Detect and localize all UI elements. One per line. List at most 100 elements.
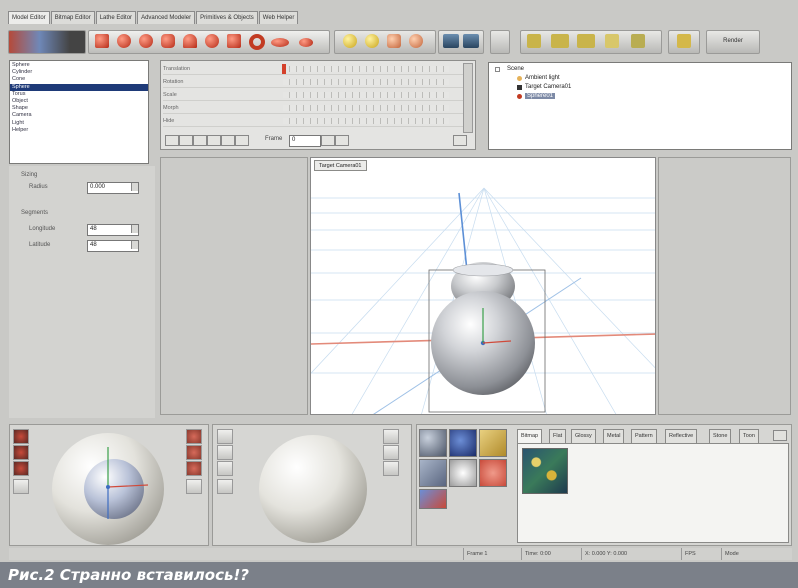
- material-tab-bitmap[interactable]: Bitmap: [517, 429, 543, 443]
- spot-light-icon[interactable]: [365, 34, 379, 48]
- list-item[interactable]: Sphere: [10, 62, 148, 69]
- timeline-row[interactable]: Scale: [163, 91, 463, 101]
- timeline-row[interactable]: Rotation: [163, 78, 463, 88]
- latitude-field[interactable]: 48: [87, 240, 139, 252]
- latitude-spinner[interactable]: [131, 241, 138, 249]
- camera-viewport[interactable]: Target Camera01: [310, 157, 656, 415]
- scale-tool-icon[interactable]: [577, 34, 595, 48]
- frame-field[interactable]: 0: [289, 135, 321, 147]
- cone-primitive-icon[interactable]: [183, 34, 197, 48]
- material-tab-stone[interactable]: Stone: [709, 429, 732, 443]
- tab-advanced-modeler[interactable]: Advanced Modeler: [137, 11, 196, 24]
- longitude-spinner[interactable]: [131, 225, 138, 233]
- rotate-tool-icon[interactable]: [551, 34, 569, 48]
- timeline-track[interactable]: [283, 79, 449, 85]
- timeline-row[interactable]: Morph: [163, 104, 463, 114]
- tab-web-helper[interactable]: Web Helper: [258, 11, 299, 24]
- timeline-track[interactable]: [283, 118, 449, 124]
- list-item[interactable]: Shape: [10, 105, 148, 112]
- preview-light-button[interactable]: [13, 445, 29, 460]
- preview-option-button[interactable]: [186, 429, 202, 444]
- timeline-scrollbar[interactable]: [463, 63, 473, 133]
- scene-tree-item[interactable]: Target Camera01: [525, 84, 571, 90]
- preview-camera-button[interactable]: [13, 461, 29, 476]
- material-swatch[interactable]: [419, 489, 447, 509]
- material-swatch[interactable]: [479, 459, 507, 487]
- preview-option-button[interactable]: [186, 445, 202, 460]
- blank-toolbar-button[interactable]: [490, 30, 510, 54]
- preview-rotate-button[interactable]: [13, 429, 29, 444]
- preview-reset-button[interactable]: [13, 479, 29, 494]
- list-item[interactable]: Camera: [10, 112, 148, 119]
- preview-option-button[interactable]: [383, 429, 399, 444]
- frame-end-button[interactable]: [335, 135, 349, 146]
- material-tab-pattern[interactable]: Pattern: [631, 429, 657, 443]
- sphere-primitive-icon[interactable]: [117, 34, 131, 48]
- preview-option-button[interactable]: [383, 461, 399, 476]
- box-primitive-icon[interactable]: [95, 34, 109, 48]
- play-button[interactable]: [193, 135, 207, 146]
- target-camera-icon[interactable]: [463, 34, 479, 48]
- material-tab-glossy[interactable]: Glossy: [571, 429, 596, 443]
- list-item[interactable]: Cone: [10, 76, 148, 83]
- key-button[interactable]: [453, 135, 467, 146]
- preview-option-button[interactable]: [217, 479, 233, 494]
- material-tab-flat[interactable]: Flat: [549, 429, 567, 443]
- object-type-list[interactable]: Sphere Cylinder Cone Sphere Torus Object…: [9, 60, 149, 164]
- align-tool-icon[interactable]: [605, 34, 619, 48]
- list-item[interactable]: Cylinder: [10, 69, 148, 76]
- keyframe-marker[interactable]: [282, 64, 286, 74]
- material-sphere-preview[interactable]: [253, 427, 373, 545]
- preview-option-button[interactable]: [217, 461, 233, 476]
- material-tab-toon[interactable]: Toon: [739, 429, 759, 443]
- material-swatch[interactable]: [479, 429, 507, 457]
- preview-option-button[interactable]: [217, 429, 233, 444]
- timeline-track[interactable]: [283, 66, 449, 72]
- material-swatch[interactable]: [419, 429, 447, 457]
- hemisphere-primitive-icon[interactable]: [139, 34, 153, 48]
- side-viewport[interactable]: [160, 157, 308, 415]
- select-tool-button[interactable]: [8, 30, 86, 54]
- radius-field[interactable]: 0.000: [87, 182, 139, 194]
- tube-primitive-icon[interactable]: [205, 34, 219, 48]
- radius-spinner[interactable]: [131, 183, 138, 191]
- move-tool-icon[interactable]: [527, 34, 541, 48]
- tab-scroll-arrows[interactable]: [773, 430, 787, 441]
- longitude-field[interactable]: 48: [87, 224, 139, 236]
- timeline-row[interactable]: Translation: [163, 65, 463, 75]
- timeline-track[interactable]: [283, 105, 449, 111]
- list-item[interactable]: Torus: [10, 91, 148, 98]
- rewind-button[interactable]: [165, 135, 179, 146]
- scene-tree-item[interactable]: Ambient light: [525, 75, 560, 81]
- timeline-row[interactable]: Hide: [163, 117, 463, 127]
- object-preview[interactable]: [46, 427, 176, 545]
- cylinder-primitive-icon[interactable]: [161, 34, 175, 48]
- scene-tree-item-selected[interactable]: Sphere01: [525, 93, 556, 99]
- list-item[interactable]: Helper: [10, 127, 148, 134]
- material-swatch[interactable]: [449, 429, 477, 457]
- material-swatch[interactable]: [419, 459, 447, 487]
- material-tab-metal[interactable]: Metal: [603, 429, 625, 443]
- camera-icon[interactable]: [443, 34, 459, 48]
- direct-light-icon[interactable]: [387, 34, 401, 48]
- end-button[interactable]: [221, 135, 235, 146]
- omni-light-icon[interactable]: [343, 34, 357, 48]
- disc-primitive-icon[interactable]: [271, 38, 289, 47]
- material-swatch[interactable]: [449, 459, 477, 487]
- frame-step-button[interactable]: [321, 135, 335, 146]
- scene-tree-panel[interactable]: Scene Ambient light Target Camera01 Sphe…: [488, 62, 792, 150]
- right-viewport[interactable]: [658, 157, 791, 415]
- tab-lathe-editor[interactable]: Lathe Editor: [95, 11, 137, 24]
- scene-root-label[interactable]: Scene: [507, 66, 524, 72]
- tab-primitives[interactable]: Primitives & Objects: [196, 11, 258, 24]
- timeline-track[interactable]: [283, 92, 449, 98]
- tab-bitmap-editor[interactable]: Bitmap Editor: [50, 11, 95, 24]
- sun-light-icon[interactable]: [409, 34, 423, 48]
- tab-model-editor[interactable]: Model Editor: [8, 11, 50, 24]
- list-item[interactable]: Object: [10, 98, 148, 105]
- next-frame-button[interactable]: [207, 135, 221, 146]
- tree-expand-icon[interactable]: [495, 67, 500, 72]
- list-item[interactable]: Light: [10, 120, 148, 127]
- preview-option-button[interactable]: [217, 445, 233, 460]
- plane-primitive-icon[interactable]: [299, 38, 313, 47]
